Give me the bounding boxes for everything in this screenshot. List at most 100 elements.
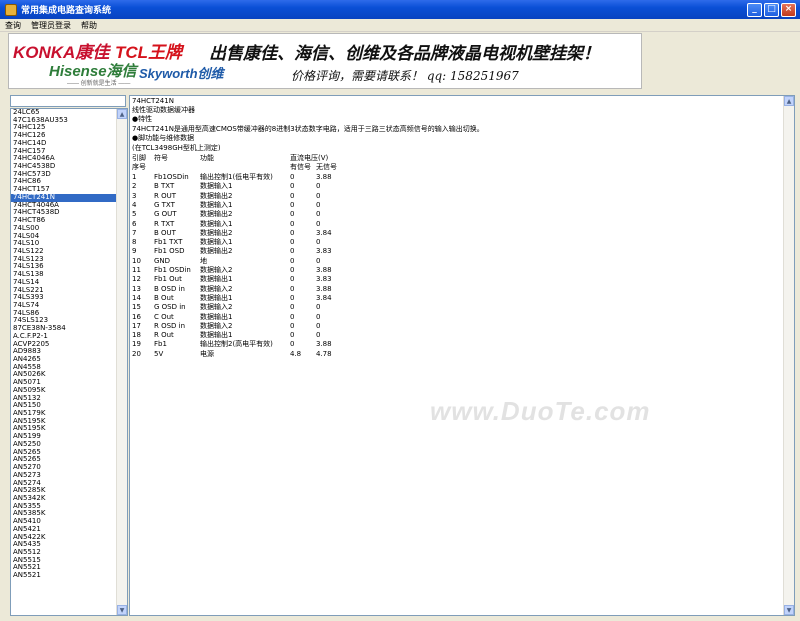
detail-scrollbar[interactable]: ▲ ▼ [783, 96, 794, 615]
pin-symbol: B Out [154, 293, 174, 302]
chip-list-item[interactable]: AN5195K [11, 418, 117, 426]
menu-admin-login[interactable]: 管理员登录 [26, 20, 76, 31]
pin-number: 12 [132, 275, 141, 284]
pin-symbol: R Out [154, 331, 174, 340]
chip-list-item[interactable]: AN5179K [11, 410, 117, 418]
chip-list-item[interactable]: AN5515 [11, 557, 117, 565]
chip-list-item[interactable]: AN5285K [11, 487, 117, 495]
chip-list-item[interactable]: AN5132 [11, 395, 117, 403]
chip-list-item[interactable]: AN5521 [11, 572, 117, 580]
chip-list-scrollbar[interactable]: ▲ ▼ [116, 109, 127, 615]
chip-list-item[interactable]: AN5026K [11, 371, 117, 379]
chip-list-item[interactable]: AN5385K [11, 510, 117, 518]
chip-list-item[interactable]: 87CE38N-3584 [11, 325, 117, 333]
chip-list-item[interactable]: 74SLS123 [11, 317, 117, 325]
chip-list-item[interactable]: AN5435 [11, 541, 117, 549]
chip-list-item[interactable]: 74LS74 [11, 302, 117, 310]
voltage-without-signal: 3.88 [316, 173, 332, 181]
pin-number: 20 [132, 349, 141, 358]
detail-scroll-down-arrow-icon[interactable]: ▼ [784, 605, 794, 615]
header-with-signal: 有信号 [290, 163, 311, 171]
chip-list-item[interactable]: A.C.F.P2-1 [11, 333, 117, 341]
menu-help[interactable]: 帮助 [76, 20, 102, 31]
chip-list-item[interactable]: 74HC125 [11, 124, 117, 132]
pin-function: 数据输出2 [200, 247, 233, 256]
chip-list-item[interactable]: 74LS136 [11, 263, 117, 271]
chip-list-item[interactable]: 74LS122 [11, 248, 117, 256]
scroll-down-arrow-icon[interactable]: ▼ [117, 605, 127, 615]
app-icon [5, 3, 17, 16]
chip-list-item[interactable]: AN5410 [11, 518, 117, 526]
chip-list-item[interactable]: AN5274 [11, 480, 117, 488]
chip-list-item[interactable]: 74LS86 [11, 310, 117, 318]
maximize-button[interactable]: □ [764, 2, 779, 17]
chip-list-item[interactable]: 47C1638AU353 [11, 117, 117, 125]
chip-list-item[interactable]: 74HC126 [11, 132, 117, 140]
chip-list-item[interactable]: 74LS138 [11, 271, 117, 279]
chip-list-item[interactable]: AN5195K [11, 425, 117, 433]
chip-list-item[interactable]: 74HCT157 [11, 186, 117, 194]
close-button[interactable]: × [781, 2, 796, 17]
feature-heading: ●特性 [132, 115, 153, 123]
chip-list-item[interactable]: AN4265 [11, 356, 117, 364]
pin-number: 6 [132, 219, 137, 228]
chip-list-item[interactable]: 74HCT86 [11, 217, 117, 225]
chip-list-item[interactable]: 74LS14 [11, 279, 117, 287]
chip-list-item[interactable]: 74HC573D [11, 171, 117, 179]
chip-list[interactable]: 24LC65 47C1638AU353 74HC125 74HC126 74HC14D 7… [10, 108, 128, 616]
chip-list-item[interactable]: 74LS00 [11, 225, 117, 233]
chip-list-item[interactable]: 74HCT4538D [11, 209, 117, 217]
chip-list-item[interactable]: AN5273 [11, 472, 117, 480]
chip-list-item[interactable]: 74HCT4046A [11, 202, 117, 210]
chip-list-item[interactable]: AN5421 [11, 526, 117, 534]
chip-list-item[interactable]: AN5199 [11, 433, 117, 441]
chip-list-item[interactable]: AN5095K [11, 387, 117, 395]
chip-list-item[interactable]: 74LS04 [11, 233, 117, 241]
chip-list-item[interactable]: AN5265 [11, 456, 117, 464]
chip-list-item[interactable]: AN5150 [11, 402, 117, 410]
chip-list-item[interactable]: AN5265 [11, 449, 117, 457]
header-pin: 引脚 [132, 154, 146, 162]
voltage-without-signal: 0 [316, 321, 321, 330]
chip-list-item[interactable]: 74HC157 [11, 148, 117, 156]
voltage-without-signal: 3.88 [316, 340, 332, 349]
detail-scroll-up-arrow-icon[interactable]: ▲ [784, 96, 794, 106]
chip-list-item[interactable]: AN4558 [11, 364, 117, 372]
search-input[interactable] [10, 95, 126, 107]
menu-query[interactable]: 查询 [0, 20, 26, 31]
chip-list-item[interactable]: 74LS221 [11, 287, 117, 295]
chip-list-item[interactable]: AN5342K [11, 495, 117, 503]
chip-list-item[interactable]: 74LS393 [11, 294, 117, 302]
chip-list-item[interactable]: AN5355 [11, 503, 117, 511]
chip-list-item[interactable]: 74HC4538D [11, 163, 117, 171]
chip-list-item[interactable]: AN5422K [11, 534, 117, 542]
pin-symbol: B TXT [154, 182, 175, 191]
chip-list-item[interactable]: AN5071 [11, 379, 117, 387]
chip-list-item[interactable]: 74HC14D [11, 140, 117, 148]
menu-bar: 查询 管理员登录 帮助 [0, 19, 800, 32]
chip-list-item[interactable]: 24LC65 [11, 109, 117, 117]
chip-list-item[interactable]: 74HCT241N [11, 193, 117, 202]
pin-number: 16 [132, 312, 141, 321]
chip-list-item[interactable]: AN5521 [11, 564, 117, 572]
chip-list-item[interactable]: 74LS123 [11, 256, 117, 264]
pin-number: 9 [132, 247, 137, 256]
chip-list-item[interactable]: AN5270 [11, 464, 117, 472]
pin-number: 5 [132, 210, 137, 219]
minimize-button[interactable]: _ [747, 2, 762, 17]
scroll-up-arrow-icon[interactable]: ▲ [117, 109, 127, 119]
voltage-without-signal: 0 [316, 182, 321, 191]
chip-list-item[interactable]: AN5250 [11, 441, 117, 449]
chip-list-item[interactable]: AD9883 [11, 348, 117, 356]
pin-function: 数据输入2 [200, 321, 233, 330]
voltage-without-signal: 3.83 [316, 275, 332, 284]
chip-list-item[interactable]: AN5512 [11, 549, 117, 557]
chip-list-item[interactable]: 74HC86 [11, 178, 117, 186]
hisense-tagline: —— 创新就是生活 —— [67, 81, 131, 87]
voltage-without-signal: 4.78 [316, 349, 332, 358]
chip-list-item[interactable]: 74LS10 [11, 240, 117, 248]
chip-list-item[interactable]: ACVP2205 [11, 341, 117, 349]
pin-function: 数据输出2 [200, 191, 233, 200]
chip-list-item[interactable]: 74HC4046A [11, 155, 117, 163]
pin-number: 18 [132, 331, 141, 340]
